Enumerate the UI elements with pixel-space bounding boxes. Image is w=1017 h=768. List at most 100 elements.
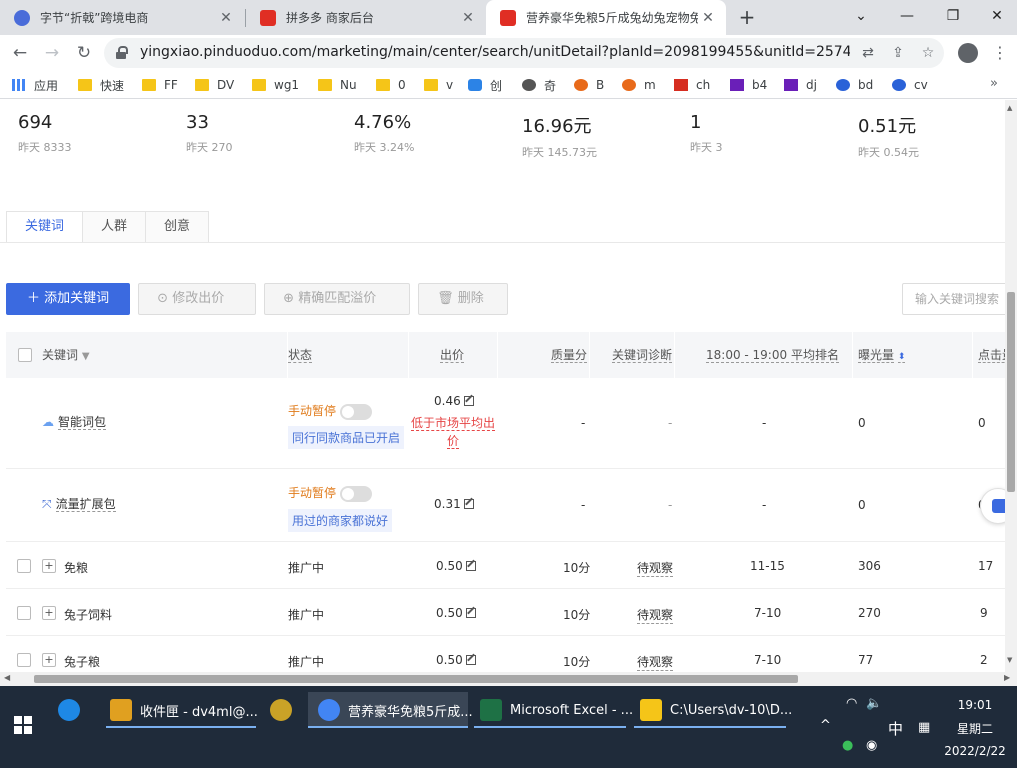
- bid-warning: 低于市场平均出价: [410, 416, 495, 449]
- clock-weekday[interactable]: 星期二: [940, 720, 1010, 737]
- diagnosis-cell[interactable]: 待观察: [637, 559, 674, 577]
- scroll-right-icon[interactable]: ▶: [1004, 673, 1010, 682]
- ime-mode-icon[interactable]: ▦: [918, 720, 930, 735]
- windows-start-icon[interactable]: [14, 716, 32, 734]
- clock-date[interactable]: 2022/2/22: [940, 744, 1010, 758]
- bookmark-bilibili[interactable]: 创: [468, 77, 502, 93]
- bookmark-apps[interactable]: 应用: [12, 77, 58, 93]
- qq-icon[interactable]: ◉: [866, 738, 877, 753]
- browser-tab-3-active[interactable]: 营养豪华免粮5斤成兔幼兔宠物兔 ✕: [486, 0, 726, 35]
- url-text[interactable]: yingxiao.pinduoduo.com/marketing/main/ce…: [140, 44, 850, 60]
- horizontal-scrollbar[interactable]: ◀ ▶: [0, 672, 1017, 686]
- col-bid: 出价: [440, 348, 465, 363]
- taskbar-explorer[interactable]: C:\Users\dv-10\D...: [634, 692, 792, 728]
- bookmark-folder[interactable]: Nu: [318, 77, 357, 93]
- scroll-thumb[interactable]: [34, 675, 798, 683]
- volume-icon[interactable]: 🔈: [866, 696, 882, 711]
- profile-avatar-icon[interactable]: [958, 43, 978, 63]
- bookmark-folder[interactable]: v: [424, 77, 453, 93]
- close-icon[interactable]: ✕: [458, 10, 478, 26]
- bookmark-folder[interactable]: 快速: [78, 77, 124, 93]
- menu-kebab-icon[interactable]: ⋮: [990, 39, 1010, 67]
- scroll-down-icon[interactable]: ▼: [1007, 656, 1012, 664]
- row-checkbox[interactable]: [17, 653, 31, 667]
- taskbar-excel[interactable]: Microsoft Excel - ...: [474, 692, 633, 728]
- close-icon[interactable]: ✕: [698, 10, 718, 26]
- translate-icon[interactable]: ⇄: [858, 43, 878, 63]
- clicks-cell: 9: [980, 606, 988, 620]
- bookmark-b[interactable]: B: [574, 77, 604, 93]
- bookmark-ch[interactable]: ch: [674, 77, 710, 93]
- bookmark-m[interactable]: m: [622, 77, 656, 93]
- add-keyword-button[interactable]: ＋ 添加关键词: [6, 283, 131, 315]
- scroll-up-icon[interactable]: ▲: [1007, 104, 1012, 112]
- tab-audience[interactable]: 人群: [82, 211, 147, 243]
- bookmark-b4[interactable]: b4: [730, 77, 767, 93]
- clock-time[interactable]: 19:01: [940, 698, 1010, 712]
- edit-bid-button[interactable]: ⊙ 修改出价: [138, 283, 257, 315]
- promo-tag: 同行同款商品已开启: [288, 426, 405, 449]
- promo-tag: 用过的商家都说好: [288, 509, 393, 532]
- bookmark-qi[interactable]: 奇: [522, 77, 556, 93]
- col-keyword[interactable]: 关键词 ▼: [42, 332, 90, 378]
- taskbar-app[interactable]: [270, 692, 300, 728]
- filter-icon[interactable]: ▼: [82, 351, 90, 362]
- bookmark-star-icon[interactable]: ☆: [918, 43, 938, 63]
- ime-indicator[interactable]: 中: [888, 718, 903, 739]
- row-checkbox[interactable]: [17, 606, 31, 620]
- bookmark-cv[interactable]: cv: [892, 77, 928, 93]
- restore-icon[interactable]: ❐: [930, 0, 976, 35]
- delete-button[interactable]: 🗑 删除: [418, 283, 509, 315]
- address-bar[interactable]: yingxiao.pinduoduo.com/marketing/main/ce…: [104, 38, 944, 68]
- vertical-scrollbar[interactable]: ▲ ▼: [1005, 100, 1017, 672]
- edit-icon[interactable]: [463, 396, 474, 406]
- wifi-icon[interactable]: ◠: [846, 696, 857, 711]
- scroll-thumb[interactable]: [1007, 292, 1015, 492]
- back-arrow-icon[interactable]: ←: [6, 39, 34, 67]
- expand-plus-icon[interactable]: +: [42, 653, 56, 667]
- expand-plus-icon[interactable]: +: [42, 559, 56, 573]
- col-impressions[interactable]: 曝光量 ⬍: [858, 332, 906, 378]
- new-tab-plus-icon[interactable]: +: [734, 4, 760, 30]
- bookmark-bd[interactable]: bd: [836, 77, 873, 93]
- pause-toggle[interactable]: [340, 485, 373, 502]
- tray-chevron-up-icon[interactable]: ^: [820, 718, 831, 733]
- taskbar-chrome[interactable]: 营养豪华免粮5斤成...: [308, 692, 473, 728]
- keyword-search-input[interactable]: 输入关键词搜索: [902, 283, 1005, 315]
- tab-keywords[interactable]: 关键词: [6, 211, 84, 243]
- browser-tab-2[interactable]: 拼多多 商家后台 ✕: [246, 0, 486, 35]
- bookmark-folder[interactable]: wg1: [252, 77, 299, 93]
- bookmark-folder[interactable]: 0: [376, 77, 406, 93]
- reload-icon[interactable]: ↻: [70, 39, 98, 67]
- browser-tab-1[interactable]: 字节“折戟”跨境电商 ✕: [0, 0, 244, 35]
- ie-taskbar-button[interactable]: [58, 692, 88, 728]
- pause-toggle[interactable]: [340, 403, 373, 420]
- table-header: 关键词 ▼ 状态 出价 质量分 关键词诊断 18:00 - 19:00 平均排名…: [6, 332, 1005, 378]
- row-checkbox[interactable]: [17, 559, 31, 573]
- tab-creative[interactable]: 创意: [145, 211, 210, 243]
- edit-icon[interactable]: [465, 608, 476, 618]
- scroll-left-icon[interactable]: ◀: [4, 673, 10, 682]
- edit-icon[interactable]: [465, 561, 476, 571]
- bookmark-dj[interactable]: dj: [784, 77, 817, 93]
- sort-icon[interactable]: ⬍: [897, 352, 906, 363]
- window-close-icon[interactable]: ✕: [974, 0, 1017, 35]
- edit-icon[interactable]: [463, 499, 474, 509]
- taskbar-outlook[interactable]: 收件匣 - dv4ml@...: [106, 692, 258, 728]
- bookmark-folder[interactable]: FF: [142, 77, 178, 93]
- close-icon[interactable]: ✕: [216, 10, 236, 26]
- bookmark-folder[interactable]: DV: [195, 77, 234, 93]
- expand-plus-icon[interactable]: +: [42, 606, 56, 620]
- exact-match-premium-button[interactable]: ⊕ 精确匹配溢价: [264, 283, 411, 315]
- share-icon[interactable]: ⇪: [888, 43, 908, 63]
- wechat-icon[interactable]: ●: [842, 738, 853, 753]
- metric-value: 33: [186, 112, 209, 133]
- edit-icon[interactable]: [465, 655, 476, 665]
- tab-search-chevron-icon[interactable]: ⌄: [838, 0, 884, 35]
- diagnosis-cell[interactable]: 待观察: [637, 653, 674, 671]
- forward-arrow-icon[interactable]: →: [38, 39, 66, 67]
- minimize-icon[interactable]: —: [884, 0, 930, 35]
- select-all-checkbox[interactable]: [18, 348, 32, 362]
- diagnosis-cell[interactable]: 待观察: [637, 606, 674, 624]
- bookmarks-overflow-chevron-icon[interactable]: »: [990, 76, 998, 91]
